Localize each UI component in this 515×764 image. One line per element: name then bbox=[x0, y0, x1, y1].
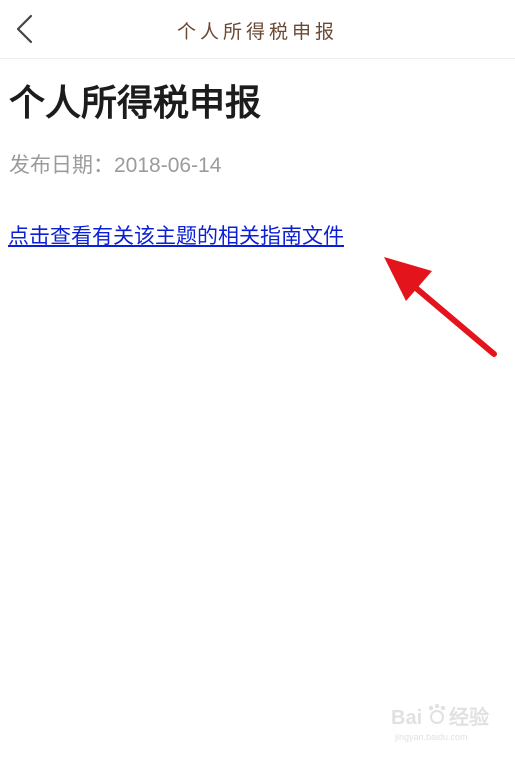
guide-document-link[interactable]: 点击查看有关该主题的相关指南文件 bbox=[8, 221, 344, 251]
publish-date-label: 发布日期： bbox=[9, 153, 114, 177]
watermark-suffix: 经验 bbox=[449, 705, 489, 729]
baidu-jingyan-watermark: Bai 经验 jingyan.baidu.com bbox=[391, 703, 489, 742]
top-navigation-bar: 个人所得税申报 bbox=[0, 0, 515, 59]
watermark-url: jingyan.baidu.com bbox=[394, 732, 468, 742]
watermark-brand: Bai bbox=[391, 707, 422, 729]
red-arrow-annotation bbox=[384, 257, 497, 357]
paw-icon bbox=[428, 703, 446, 724]
arrow-shaft bbox=[407, 280, 497, 357]
page-header-title: 个人所得税申报 bbox=[176, 21, 338, 43]
article-title: 个人所得税申报 bbox=[9, 83, 262, 124]
publish-date-value: 2018-06-14 bbox=[114, 154, 222, 177]
publish-date: 发布日期：2018-06-14 bbox=[9, 151, 221, 180]
